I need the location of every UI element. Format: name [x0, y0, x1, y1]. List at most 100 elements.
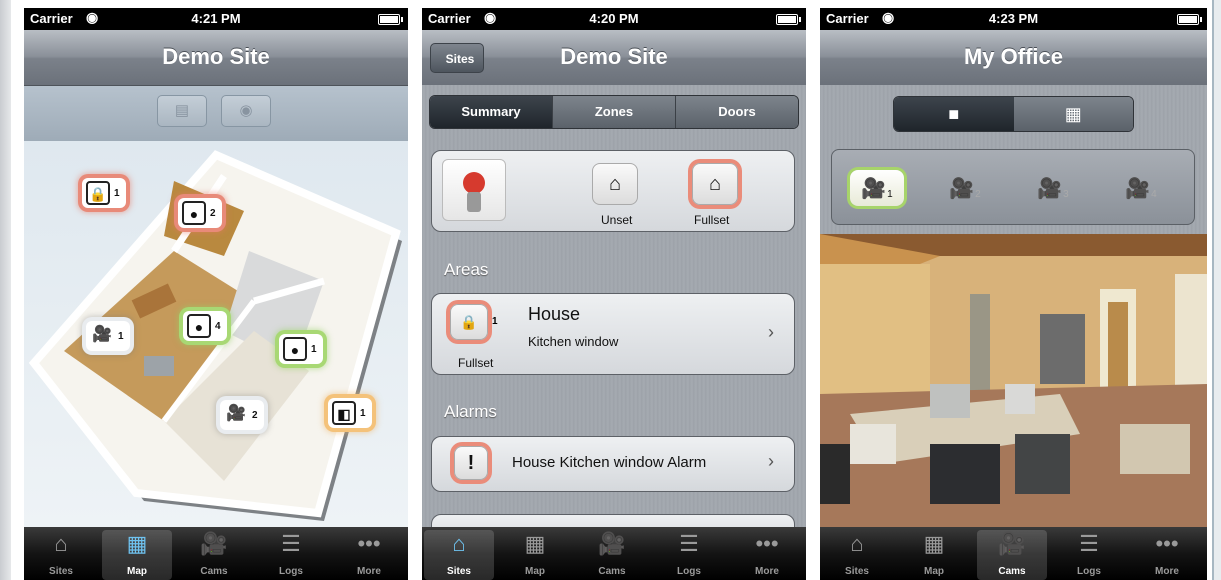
more-icon: ••• [1155, 531, 1179, 556]
map-marker-door[interactable]: ◧ 1 [328, 398, 372, 428]
tab-map[interactable]: ▦ Map [102, 530, 172, 580]
camera-icon: 🎥 [1125, 177, 1151, 200]
camera-icon: 🎥 [998, 531, 1026, 556]
tab-map[interactable]: ▦ Map [899, 530, 969, 580]
grid-view-icon[interactable]: ▦ [1013, 97, 1133, 131]
door-sensor-icon: ● [182, 201, 206, 225]
tab-cams[interactable]: 🎥 Cams [977, 530, 1047, 580]
summary-card: ⌂ Unset ⌂ Fullset [431, 150, 795, 232]
nav-bar: My Office [820, 30, 1207, 86]
segment-doors[interactable]: Doors [675, 96, 798, 128]
chevron-right-icon: › [768, 322, 774, 342]
single-view-icon[interactable]: ■ [894, 97, 1014, 131]
alarms-section-header: Alarms [444, 402, 497, 421]
tab-more[interactable]: ••• More [1132, 530, 1202, 580]
map-marker-camera[interactable]: 🎥 2 [220, 400, 264, 430]
tab-logs[interactable]: ☰ Logs [654, 530, 724, 580]
battery-icon [776, 14, 801, 25]
fullset-state-button[interactable]: ⌂ [692, 163, 738, 205]
clock: 4:21 PM [191, 11, 241, 26]
tab-label: Map [924, 566, 944, 577]
segment-zones[interactable]: Zones [552, 96, 675, 128]
tab-sites[interactable]: ⌂ Sites [424, 530, 494, 580]
camera-number: 4 [1151, 188, 1157, 200]
page-title: Demo Site [560, 44, 668, 69]
unset-label: Unset [601, 213, 633, 227]
alarm-text: House Kitchen window Alarm [512, 454, 707, 471]
status-bar: Carrier ◉ 4:23 PM [820, 8, 1207, 30]
camera-icon: 🎥 [598, 531, 626, 556]
phone-screen-summary: Carrier ◉ 4:20 PM Sites Demo Site Summar… [422, 8, 806, 580]
status-bar: Carrier ◉ 4:21 PM [24, 8, 408, 30]
tab-label: Map [525, 566, 545, 577]
tab-label: Logs [1077, 566, 1101, 577]
unset-state-button[interactable]: ⌂ [592, 163, 638, 205]
door-sensor-icon: ● [187, 314, 211, 338]
clock: 4:23 PM [988, 11, 1039, 26]
right-edge-strip [1212, 0, 1221, 580]
segment-summary[interactable]: Summary [430, 96, 552, 128]
page-title: Demo Site [162, 44, 270, 69]
camera-button-4[interactable]: 🎥 4 [1114, 170, 1168, 206]
tab-cams[interactable]: 🎥 Cams [179, 530, 249, 580]
floor-plan-icon: ▦ [126, 531, 148, 556]
tab-map[interactable]: ▦ Map [500, 530, 570, 580]
camera-icon: 🎥 [224, 403, 248, 427]
map-marker-door-sensor[interactable]: ● 1 [279, 334, 323, 364]
left-edge-strip [0, 0, 11, 580]
area-row-house[interactable]: 🔒 1 Fullset House Kitchen window › [431, 293, 795, 375]
alarm-row[interactable]: ! House Kitchen window Alarm › [431, 436, 795, 492]
tab-logs[interactable]: ☰ Logs [256, 530, 326, 580]
area-name: House [528, 304, 581, 324]
tab-sites[interactable]: ⌂ Sites [26, 530, 96, 580]
office-camera-scene [820, 234, 1207, 528]
battery-icon [1177, 14, 1202, 25]
intruder-icon [463, 172, 485, 194]
tab-cams[interactable]: 🎥 Cams [577, 530, 647, 580]
list-icon: ☰ [1079, 531, 1099, 556]
map-marker-door-sensor[interactable]: ● 2 [178, 198, 222, 228]
map-marker-camera[interactable]: 🎥 1 [86, 321, 130, 351]
segmented-control: Summary Zones Doors [429, 95, 799, 129]
alert-icon: ! [454, 446, 488, 480]
tab-label: Cams [998, 566, 1026, 577]
tab-bar: ⌂ Sites ▦ Map 🎥 Cams ☰ Logs ••• More [422, 527, 806, 580]
camera-icon: 🎥 [90, 324, 114, 348]
camera-number: 1 [887, 188, 893, 200]
list-icon: ☰ [281, 531, 301, 556]
tab-label: Sites [845, 566, 869, 577]
page-title: My Office [963, 44, 1064, 69]
tab-bar: ⌂ Sites ▦ Map 🎥 Cams ☰ Logs ••• More [820, 527, 1207, 580]
area-detail: Kitchen window [528, 334, 619, 349]
tab-label: More [1155, 566, 1179, 577]
area-badge: 1 [492, 316, 498, 327]
map-marker-door-sensor[interactable]: ● 4 [183, 311, 227, 341]
camera-button-1[interactable]: 🎥 1 [850, 170, 904, 206]
tab-label: Sites [447, 566, 471, 577]
camera-feed-image[interactable] [820, 234, 1207, 528]
floor-plan-icon: ▦ [923, 531, 945, 556]
list-icon[interactable]: ▤ [157, 95, 207, 127]
tab-sites[interactable]: ⌂ Sites [822, 530, 892, 580]
door-icon: ◧ [332, 401, 356, 425]
camera-button-3[interactable]: 🎥 3 [1026, 170, 1080, 206]
house-icon: ⌂ [608, 173, 622, 195]
camera-icon[interactable]: ◉ [221, 95, 271, 127]
camera-icon: 🎥 [1037, 177, 1063, 200]
marker-count: 4 [215, 320, 221, 332]
tab-bar: ⌂ Sites ▦ Map 🎥 Cams ☰ Logs ••• More [24, 527, 408, 580]
status-bar: Carrier ◉ 4:20 PM [422, 8, 806, 30]
marker-count: 1 [118, 330, 124, 342]
nav-bar: Sites Demo Site [422, 30, 806, 86]
area-state-label: Fullset [458, 356, 494, 370]
camera-number: 3 [1063, 188, 1069, 200]
phone-screen-cams: Carrier ◉ 4:23 PM My Office ■ ▦ 🎥 1 🎥 2 🎥 3… [820, 8, 1207, 580]
tab-label: More [755, 566, 779, 577]
tab-logs[interactable]: ☰ Logs [1054, 530, 1124, 580]
tab-more[interactable]: ••• More [334, 530, 404, 580]
floor-plan-icon: ▦ [524, 531, 546, 556]
camera-button-2[interactable]: 🎥 2 [938, 170, 992, 206]
map-marker-lock[interactable]: 🔒 1 [82, 178, 126, 208]
door-sensor-icon: ● [283, 337, 307, 361]
tab-more[interactable]: ••• More [732, 530, 802, 580]
